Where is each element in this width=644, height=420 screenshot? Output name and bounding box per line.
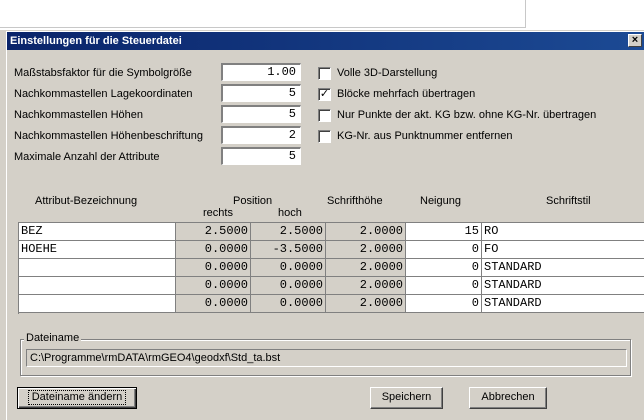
full-3d-checkbox[interactable] (318, 67, 331, 80)
table-row: HOEHE 0.0000 -3.5000 2.0000 0 FO (19, 241, 644, 259)
cell-name[interactable]: HOEHE (19, 241, 176, 259)
blocks-multiple-checkbox[interactable]: ✓ (318, 88, 331, 101)
height-decimals-input[interactable]: 5 (221, 105, 301, 123)
cell-up[interactable]: 2.5000 (251, 223, 326, 241)
height-label-decimals-label: Nachkommastellen Höhenbeschriftung (14, 130, 203, 142)
full-3d-label: Volle 3D-Darstellung (337, 67, 438, 79)
col-header-up: hoch (278, 207, 302, 219)
scale-factor-label: Maßstabsfaktor für die Symbolgröße (14, 67, 192, 79)
filename-field: C:\Programme\rmDATA\rmGEO4\geodxf\Std_ta… (26, 349, 627, 367)
cell-right[interactable]: 0.0000 (176, 241, 251, 259)
cell-tilt[interactable]: 0 (406, 277, 482, 295)
only-current-kg-checkbox[interactable] (318, 109, 331, 122)
height-label-decimals-input[interactable]: 2 (221, 126, 301, 144)
cell-height[interactable]: 2.0000 (326, 223, 406, 241)
coord-decimals-label: Nachkommastellen Lagekoordinaten (14, 88, 193, 100)
cell-right[interactable]: 0.0000 (176, 277, 251, 295)
col-header-tilt: Neigung (420, 195, 461, 207)
cell-name[interactable] (19, 277, 176, 295)
only-current-kg-label: Nur Punkte der akt. KG bzw. ohne KG-Nr. … (337, 109, 597, 121)
cancel-button[interactable]: Abbrechen (469, 387, 547, 409)
remove-kg-checkbox[interactable] (318, 130, 331, 143)
cell-up[interactable]: 0.0000 (251, 295, 326, 313)
col-header-height: Schrifthöhe (327, 195, 383, 207)
cell-right[interactable]: 0.0000 (176, 295, 251, 313)
cell-up[interactable]: 0.0000 (251, 259, 326, 277)
cell-up[interactable]: 0.0000 (251, 277, 326, 295)
close-icon: × (631, 34, 639, 46)
table-row: 0.0000 0.0000 2.0000 0 STANDARD (19, 259, 644, 277)
cell-height[interactable]: 2.0000 (326, 241, 406, 259)
cell-style[interactable]: STANDARD (482, 259, 644, 277)
check-icon: ✓ (319, 88, 330, 100)
background-input-field (0, 0, 526, 28)
cell-tilt[interactable]: 0 (406, 295, 482, 313)
cell-style[interactable]: FO (482, 241, 644, 259)
height-decimals-label: Nachkommastellen Höhen (14, 109, 144, 121)
col-header-position: Position (233, 195, 273, 207)
dialog-title: Einstellungen für die Steuerdatei (10, 35, 182, 47)
cell-tilt[interactable]: 0 (406, 259, 482, 277)
max-attributes-input[interactable]: 5 (221, 147, 301, 165)
close-button[interactable]: × (628, 34, 642, 47)
cell-up[interactable]: -3.5000 (251, 241, 326, 259)
cell-height[interactable]: 2.0000 (326, 277, 406, 295)
cell-height[interactable]: 2.0000 (326, 295, 406, 313)
scale-factor-input[interactable]: 1.00 (221, 63, 301, 81)
settings-dialog: Einstellungen für die Steuerdatei × Maßs… (6, 31, 644, 420)
save-button[interactable]: Speichern (370, 387, 443, 409)
cell-height[interactable]: 2.0000 (326, 259, 406, 277)
attribute-table: BEZ 2.5000 2.5000 2.0000 15 RO HOEHE 0.0… (18, 222, 644, 314)
coord-decimals-input[interactable]: 5 (221, 84, 301, 102)
remove-kg-label: KG-Nr. aus Punktnummer entfernen (337, 130, 513, 142)
table-row: 0.0000 0.0000 2.0000 0 STANDARD (19, 277, 644, 295)
col-header-right: rechts (203, 207, 233, 219)
cell-right[interactable]: 2.5000 (176, 223, 251, 241)
change-filename-label: Dateiname ändern (27, 390, 127, 405)
col-header-style: Schriftstil (546, 195, 591, 207)
cell-style[interactable]: STANDARD (482, 277, 644, 295)
table-row: 0.0000 0.0000 2.0000 0 STANDARD (19, 295, 644, 313)
max-attributes-label: Maximale Anzahl der Attribute (14, 151, 160, 163)
cell-style[interactable]: RO (482, 223, 644, 241)
cell-name[interactable] (19, 259, 176, 277)
cell-style[interactable]: STANDARD (482, 295, 644, 313)
col-header-name: Attribut-Bezeichnung (35, 195, 138, 207)
table-row: BEZ 2.5000 2.5000 2.0000 15 RO (19, 223, 644, 241)
change-filename-button[interactable]: Dateiname ändern (17, 387, 137, 409)
blocks-multiple-label: Blöcke mehrfach übertragen (337, 88, 476, 100)
filename-group-label: Dateiname (24, 332, 82, 344)
title-bar: Einstellungen für die Steuerdatei × (7, 32, 644, 50)
cell-name[interactable] (19, 295, 176, 313)
cell-tilt[interactable]: 15 (406, 223, 482, 241)
cell-right[interactable]: 0.0000 (176, 259, 251, 277)
cell-tilt[interactable]: 0 (406, 241, 482, 259)
cell-name[interactable]: BEZ (19, 223, 176, 241)
